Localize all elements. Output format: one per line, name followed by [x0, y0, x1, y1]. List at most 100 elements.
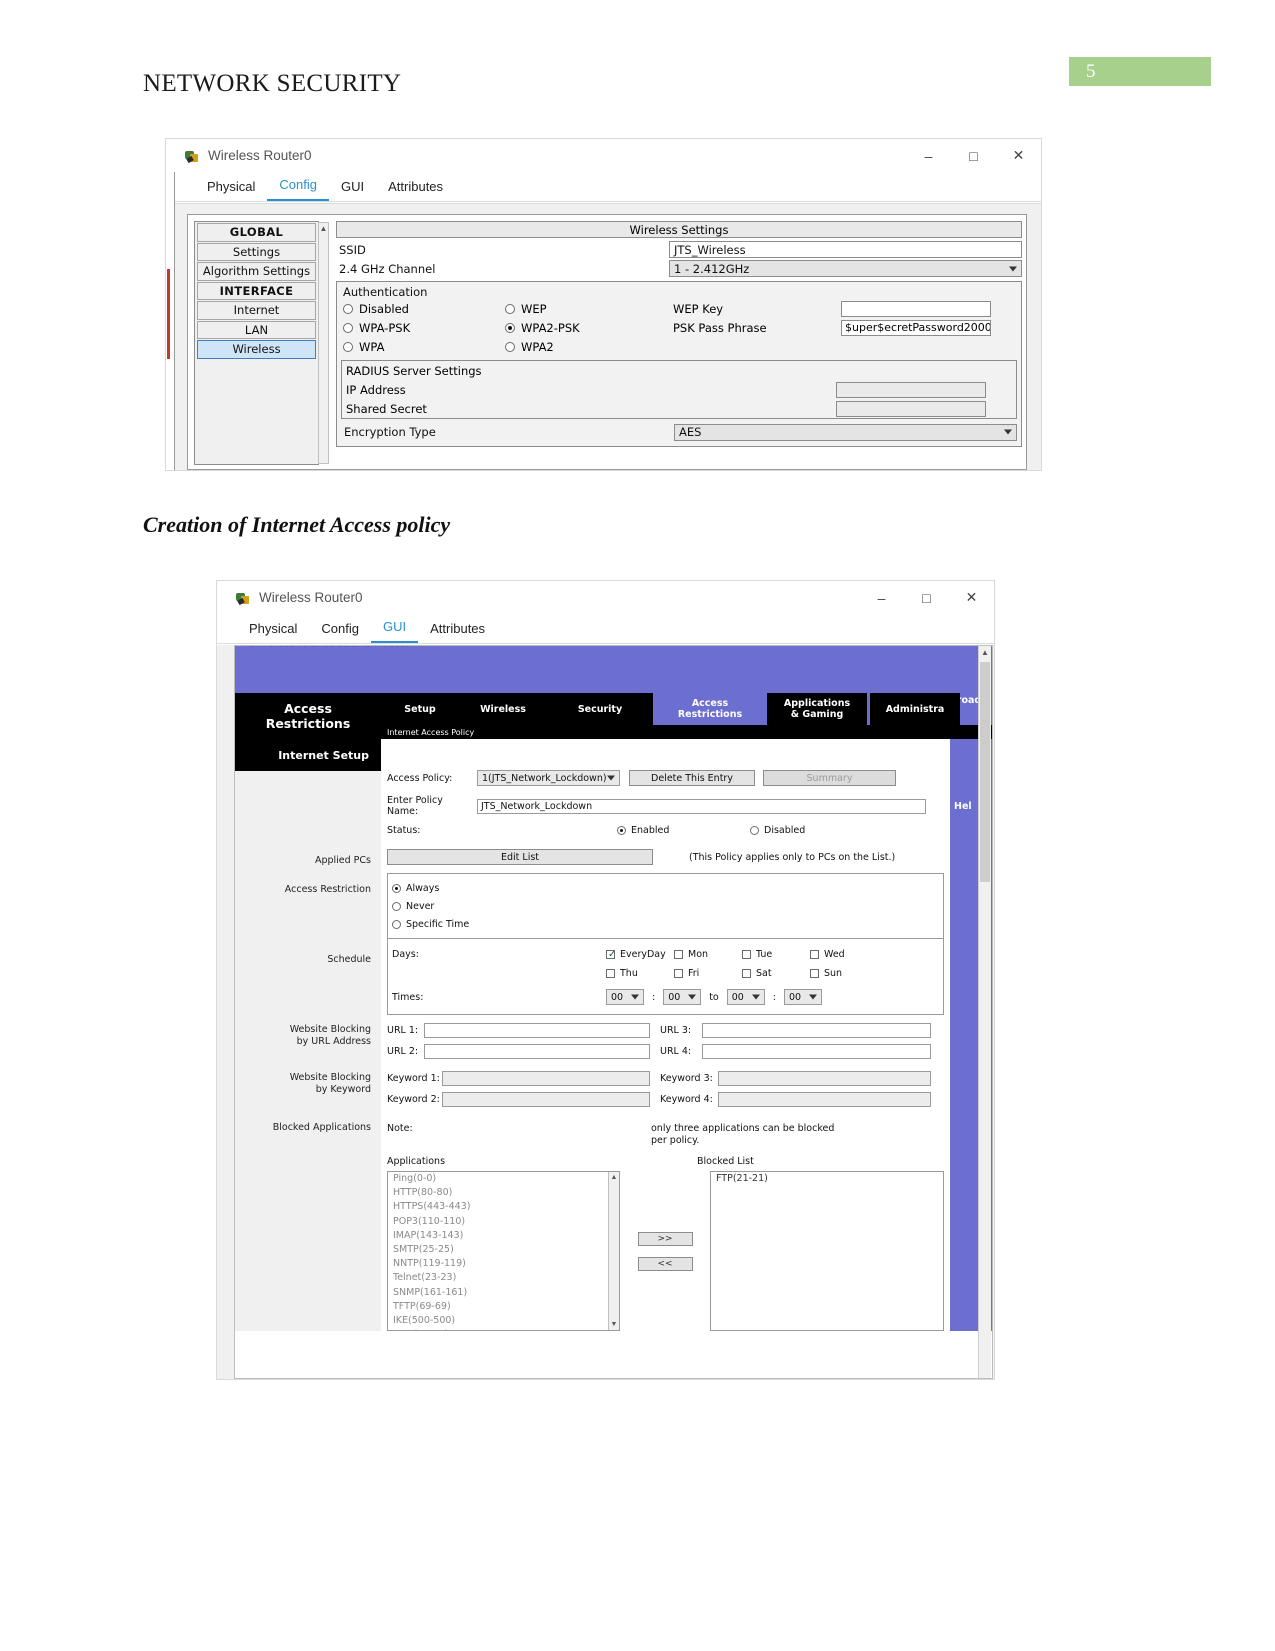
scroll-up-icon[interactable]: ▲	[609, 1172, 619, 1183]
tab-config[interactable]: Config	[267, 177, 329, 201]
list-item[interactable]: TFTP(69-69)	[388, 1300, 619, 1314]
day-sat[interactable]: Sat	[742, 968, 810, 979]
list-item[interactable]: SNMP(161-161)	[388, 1286, 619, 1300]
restriction-option-always[interactable]: Always	[392, 879, 939, 897]
auth-option-wpa[interactable]: WPA	[337, 340, 505, 354]
ssid-input[interactable]: JTS_Wireless	[669, 241, 1022, 258]
auth-option-wpa2[interactable]: WPA2	[505, 340, 673, 354]
day-sun[interactable]: Sun	[810, 968, 842, 979]
list-item[interactable]: FTP(21-21)	[711, 1172, 943, 1186]
applications-listbox[interactable]: Ping(0-0) HTTP(80-80) HTTPS(443-443) POP…	[387, 1171, 620, 1331]
wep-key-input[interactable]	[841, 300, 991, 317]
tab-config[interactable]: Config	[309, 621, 371, 643]
keyword1-input[interactable]	[442, 1071, 650, 1086]
restriction-option-specific-time[interactable]: Specific Time	[392, 915, 939, 933]
applications-scrollbar[interactable]: ▲ ▼	[608, 1172, 619, 1330]
time-from-hour-select[interactable]: 00	[606, 989, 644, 1005]
radius-title: RADIUS Server Settings	[346, 363, 482, 378]
day-mon[interactable]: Mon	[674, 949, 742, 960]
auth-option-wep[interactable]: WEP	[505, 302, 673, 316]
radius-secret-input[interactable]	[836, 400, 986, 417]
tab-physical[interactable]: Physical	[237, 621, 309, 643]
list-item[interactable]: IKE(500-500)	[388, 1314, 619, 1328]
time-to-hour-select[interactable]: 00	[726, 989, 765, 1005]
list-item[interactable]: Telnet(23-23)	[388, 1271, 619, 1285]
delete-this-entry-button[interactable]: Delete This Entry	[629, 770, 755, 786]
tab-physical[interactable]: Physical	[195, 179, 267, 201]
nav-tab-security[interactable]: Security	[547, 693, 653, 725]
day-thu[interactable]: Thu	[606, 968, 674, 979]
minimize-button[interactable]: –	[859, 581, 904, 614]
maximize-button[interactable]: □	[951, 139, 996, 172]
url1-input[interactable]	[424, 1023, 650, 1038]
sidebar-scrollbar[interactable]: ▲	[318, 222, 329, 464]
tab-gui[interactable]: GUI	[371, 619, 419, 643]
edit-list-button[interactable]: Edit List	[387, 849, 653, 865]
auth-option-wpa2-psk[interactable]: WPA2-PSK	[505, 321, 673, 335]
radio-icon	[392, 901, 401, 911]
nav-tab-applications-gaming[interactable]: Applications & Gaming	[767, 693, 867, 725]
page-title: NETWORK SECURITY	[143, 70, 402, 97]
scroll-down-icon[interactable]: ▼	[609, 1319, 619, 1330]
auth-option-disabled[interactable]: Disabled	[337, 302, 505, 316]
radio-icon	[392, 919, 401, 929]
blocked-listbox[interactable]: FTP(21-21)	[710, 1171, 944, 1331]
list-item[interactable]: Ping(0-0)	[388, 1172, 619, 1186]
scroll-up-icon[interactable]: ▲	[319, 223, 328, 234]
url2-input[interactable]	[424, 1044, 650, 1059]
minimize-button[interactable]: –	[906, 139, 951, 172]
nav-tab-wireless[interactable]: Wireless	[459, 693, 547, 725]
nav-tab-setup[interactable]: Setup	[381, 693, 459, 725]
scrollbar-thumb[interactable]	[980, 662, 990, 882]
keyword3-input[interactable]	[718, 1071, 931, 1086]
policy-name-input[interactable]: JTS_Network_Lockdown	[477, 798, 926, 814]
add-application-button[interactable]: >>	[637, 1231, 693, 1246]
sidebar-item-algorithm-settings[interactable]: Algorithm Settings	[197, 262, 316, 281]
psk-pass-phrase-label: PSK Pass Phrase	[673, 320, 767, 335]
radius-ip-input[interactable]	[836, 381, 986, 398]
close-button[interactable]: ✕	[996, 139, 1041, 172]
sidebar-item-lan[interactable]: LAN	[197, 320, 316, 339]
time-from-min-select[interactable]: 00	[663, 989, 702, 1005]
tab-attributes[interactable]: Attributes	[418, 621, 497, 643]
list-item[interactable]: NNTP(119-119)	[388, 1257, 619, 1271]
summary-button[interactable]: Summary	[763, 770, 896, 786]
sidebar-item-settings[interactable]: Settings	[197, 242, 316, 261]
nav-tab-access-restrictions[interactable]: Access Restrictions	[656, 693, 764, 725]
status-enabled-radio[interactable]: Enabled	[617, 825, 750, 836]
remove-application-button[interactable]: <<	[637, 1256, 693, 1271]
page-scrollbar[interactable]: ▲	[978, 646, 991, 1378]
auth-option-wpa-psk[interactable]: WPA-PSK	[337, 321, 505, 335]
keyword4-input[interactable]	[718, 1092, 931, 1107]
day-fri[interactable]: Fri	[674, 968, 742, 979]
day-tue[interactable]: Tue	[742, 949, 810, 960]
channel-select[interactable]: 1 - 2.412GHz	[669, 260, 1022, 277]
list-item[interactable]: HTTPS(443-443)	[388, 1200, 619, 1214]
sidebar-item-wireless[interactable]: Wireless	[197, 340, 316, 359]
subnav-internet-access-policy[interactable]: Internet Access Policy	[381, 725, 992, 739]
keyword2-input[interactable]	[442, 1092, 650, 1107]
time-to-min-select[interactable]: 00	[783, 989, 822, 1005]
list-item[interactable]: IMAP(143-143)	[388, 1229, 619, 1243]
sidebar-item-internet[interactable]: Internet	[197, 301, 316, 320]
access-policy-select[interactable]: 1(JTS_Network_Lockdown)	[477, 770, 620, 786]
list-item[interactable]: SMTP(25-25)	[388, 1243, 619, 1257]
tab-gui[interactable]: GUI	[329, 179, 376, 201]
nav-tab-administration[interactable]: Administra	[870, 693, 960, 725]
restriction-option-never[interactable]: Never	[392, 897, 939, 915]
psk-pass-phrase-input[interactable]: $uper$ecretPassword2000!#	[841, 319, 991, 336]
list-item[interactable]: POP3(110-110)	[388, 1215, 619, 1229]
day-everyday[interactable]: EveryDay	[606, 949, 674, 960]
help-label[interactable]: Hel	[954, 801, 972, 812]
maximize-button[interactable]: □	[904, 581, 949, 614]
scroll-up-icon[interactable]: ▲	[979, 646, 991, 660]
tab-attributes[interactable]: Attributes	[376, 179, 455, 201]
status-disabled-radio[interactable]: Disabled	[750, 825, 805, 836]
day-wed[interactable]: Wed	[810, 949, 845, 960]
close-button[interactable]: ✕	[949, 581, 994, 614]
url3-input[interactable]	[702, 1023, 931, 1038]
list-item[interactable]: HTTP(80-80)	[388, 1186, 619, 1200]
encryption-type-select[interactable]: AES	[674, 423, 1017, 441]
url4-input[interactable]	[702, 1044, 931, 1059]
list-item[interactable]: DNS(53-53)	[388, 1328, 619, 1330]
